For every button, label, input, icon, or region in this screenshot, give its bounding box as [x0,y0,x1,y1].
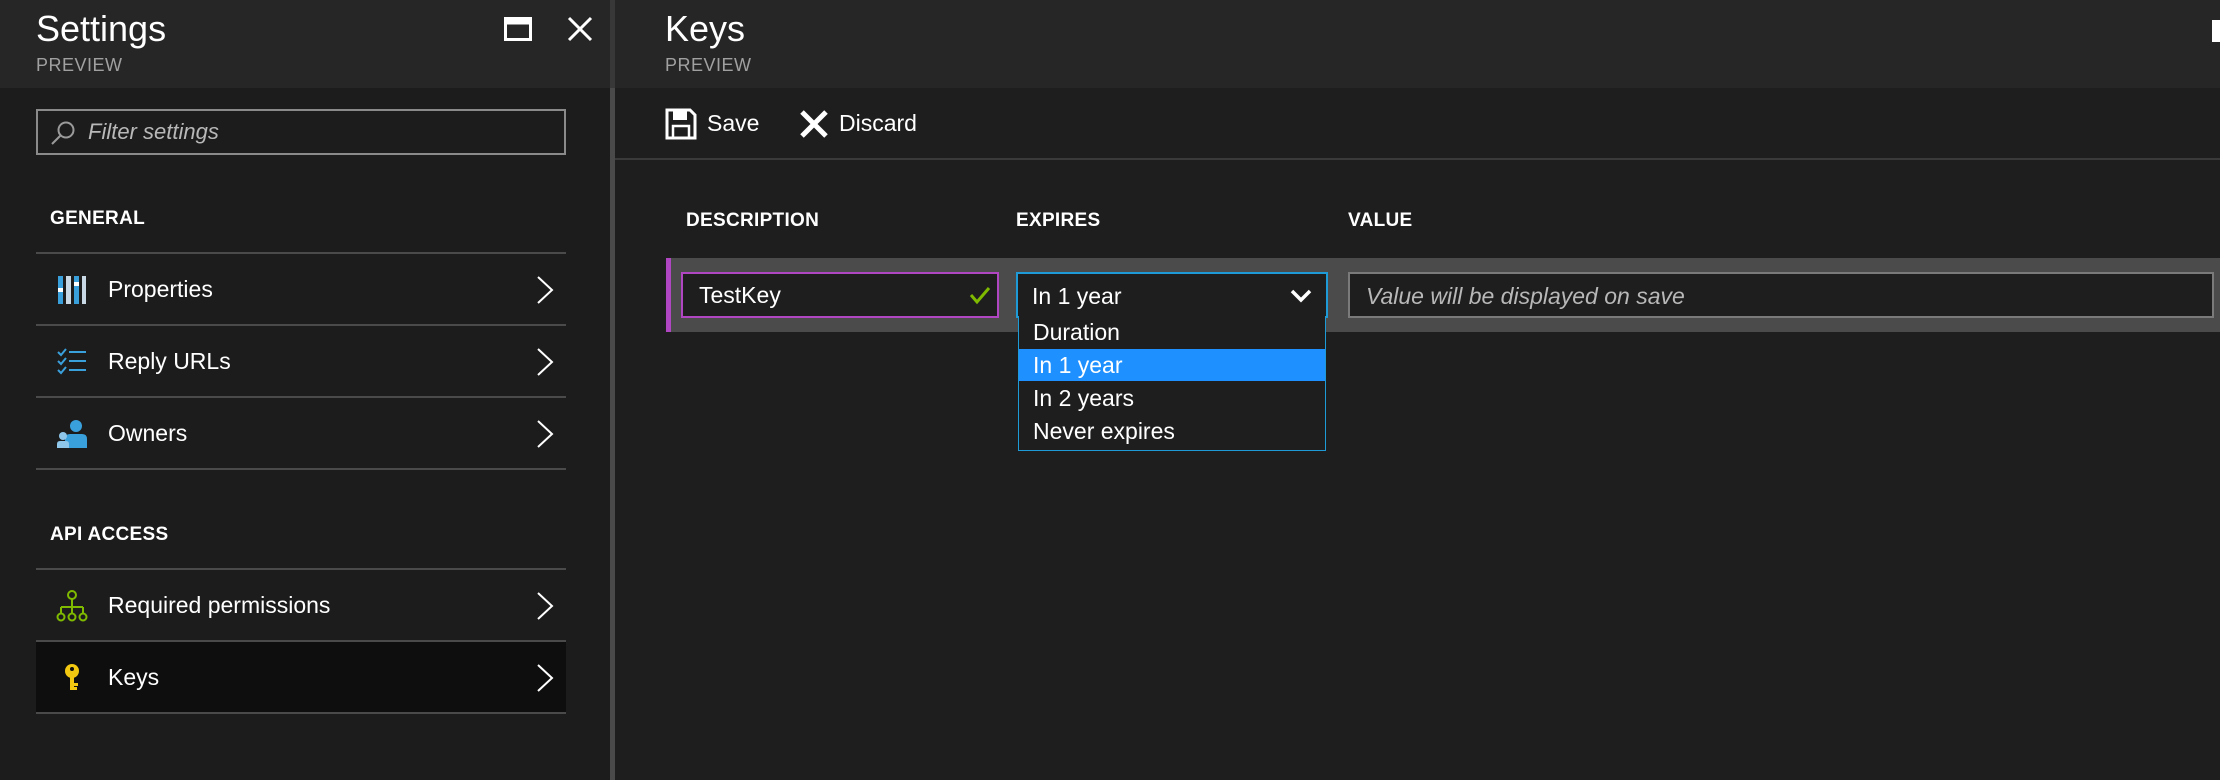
nav-item-label: Required permissions [108,592,331,618]
nav-divider [36,712,566,714]
chevron-down-icon [1290,289,1312,303]
description-input[interactable] [697,274,957,316]
column-header-expires: EXPIRES [1016,210,1101,231]
discard-icon [800,110,828,138]
keys-subtitle: PREVIEW [665,55,752,75]
save-button[interactable]: Save [665,106,765,142]
key-icon [65,664,79,690]
section-heading-general: GENERAL [50,208,145,229]
settings-blade: Settings PREVIEW GENERAL Properties [0,0,610,780]
row-selection-indicator [666,258,671,332]
save-icon [665,108,697,140]
nav-item-owners[interactable]: Owners [36,398,566,468]
dropdown-option-duration[interactable]: Duration [1019,316,1325,348]
value-placeholder: Value will be displayed on save [1366,283,1685,309]
column-header-value: VALUE [1348,210,1413,231]
filter-settings-box[interactable] [36,109,566,155]
nav-item-reply-urls[interactable]: Reply URLs [36,326,566,396]
chevron-right-icon [537,276,554,304]
nav-item-label: Properties [108,276,213,302]
column-header-description: DESCRIPTION [686,210,820,231]
discard-button[interactable]: Discard [798,106,928,142]
command-bar: Save Discard [615,88,2220,160]
hierarchy-icon [56,590,88,622]
filter-settings-input[interactable] [86,111,556,153]
dropdown-option-in-1-year[interactable]: In 1 year [1019,349,1325,381]
expires-selected-value: In 1 year [1032,283,1122,309]
close-icon[interactable] [566,15,594,43]
chevron-right-icon [537,420,554,448]
description-field[interactable] [681,272,999,318]
checkmark-icon [969,287,991,305]
keys-blade-header: Keys PREVIEW [615,0,2220,88]
discard-label: Discard [839,110,917,136]
save-label: Save [707,110,760,136]
settings-subtitle: PREVIEW [36,55,123,75]
blade-edge-indicator [2212,20,2220,42]
chevron-right-icon [537,592,554,620]
nav-item-required-permissions[interactable]: Required permissions [36,570,566,640]
keys-blade: Keys PREVIEW Save Discard DESCRIPTION EX… [615,0,2220,780]
section-heading-api-access: API ACCESS [50,524,169,545]
maximize-icon[interactable] [504,17,532,41]
nav-item-properties[interactable]: Properties [36,254,566,324]
nav-item-label: Reply URLs [108,348,231,374]
expires-options-list: Duration In 1 year In 2 years Never expi… [1018,316,1326,451]
keys-blade-body [615,88,2220,780]
chevron-right-icon [537,664,554,692]
nav-divider [36,468,566,470]
people-icon [57,420,87,448]
chevron-right-icon [537,348,554,376]
settings-blade-header: Settings PREVIEW [0,0,610,88]
dropdown-option-in-2-years[interactable]: In 2 years [1019,382,1325,414]
dropdown-option-never-expires[interactable]: Never expires [1019,415,1325,447]
nav-item-label: Owners [108,420,188,446]
expires-dropdown[interactable]: In 1 year [1016,272,1328,318]
settings-title: Settings [36,8,167,49]
nav-item-label: Keys [108,664,160,690]
search-icon [51,121,75,145]
properties-icon [58,276,86,304]
nav-item-keys[interactable]: Keys [36,642,566,712]
keys-title: Keys [665,8,746,49]
value-field: Value will be displayed on save [1348,272,2214,318]
list-check-icon [57,348,86,375]
